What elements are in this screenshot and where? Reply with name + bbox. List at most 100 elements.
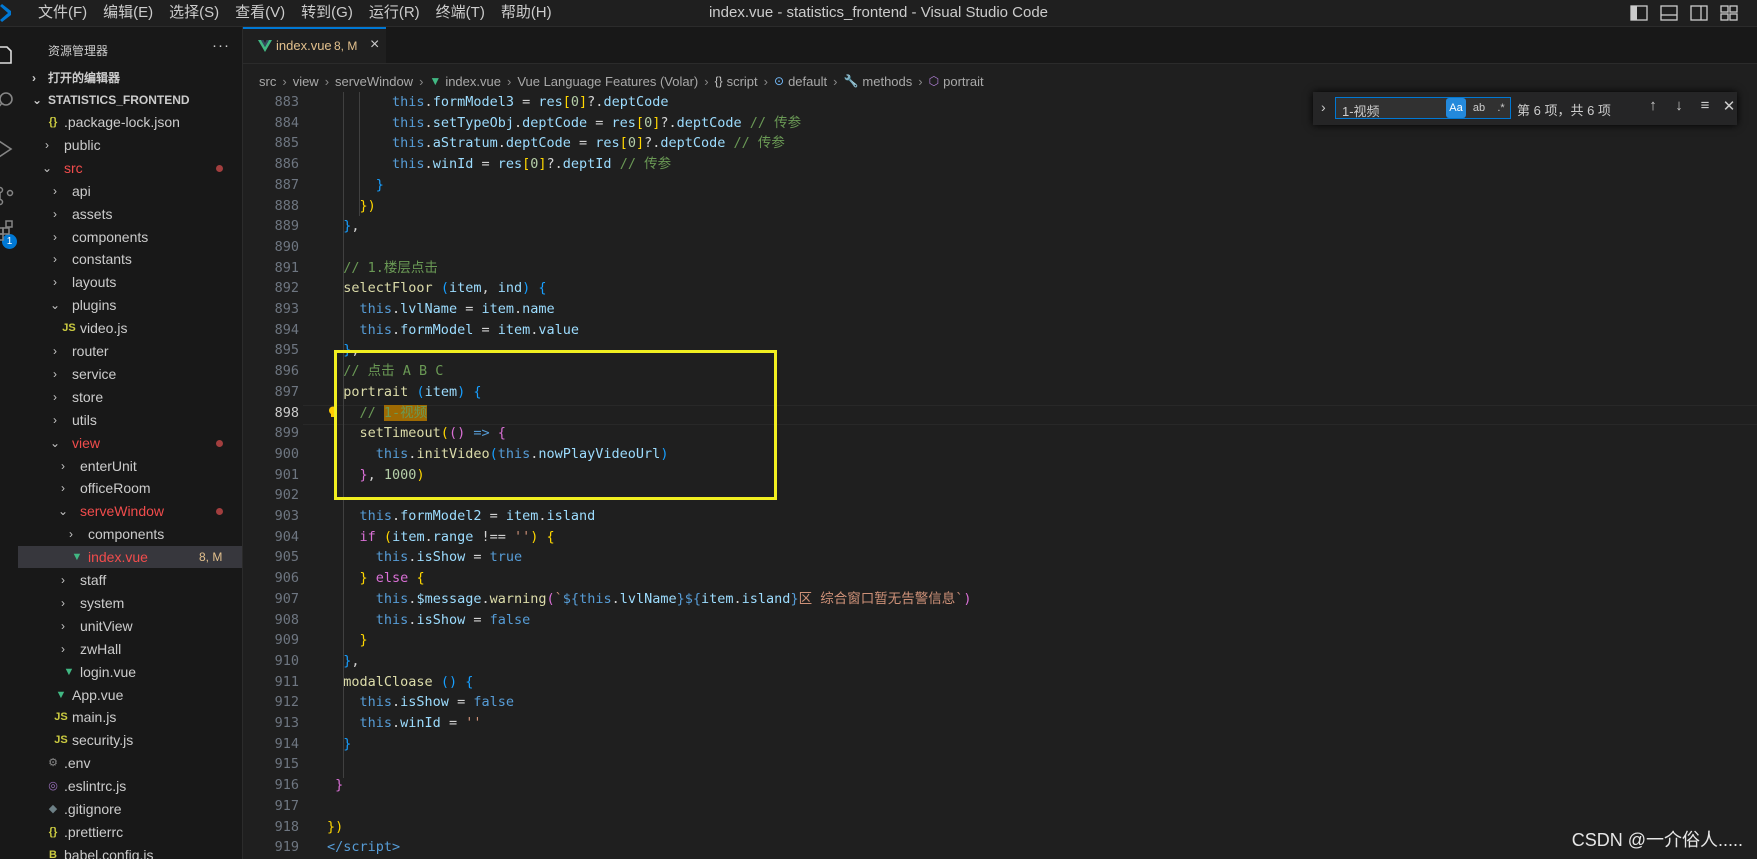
file-item[interactable]: ◆ .gitignore: [18, 798, 242, 820]
toggle-secondary-sidebar-icon[interactable]: [1689, 3, 1709, 23]
folder-item[interactable]: › enterUnit: [18, 455, 242, 477]
code-line[interactable]: selectFloor (item, ind) {: [327, 278, 546, 299]
file-item[interactable]: JS video.js: [18, 317, 242, 339]
code-line[interactable]: this.isShow = true: [327, 547, 522, 568]
explorer-icon[interactable]: [0, 45, 16, 67]
breadcrumb-item[interactable]: Vue Language Features (Volar): [517, 74, 698, 89]
toggle-replace-chevron-icon[interactable]: ›: [1321, 99, 1326, 115]
breadcrumb-item[interactable]: index.vue: [445, 74, 501, 89]
code-line[interactable]: this.setTypeObj.deptCode = res[0]?.deptC…: [327, 113, 801, 134]
find-input[interactable]: 1-视频 Aa ab .*: [1335, 97, 1511, 119]
file-item[interactable]: JS main.js: [18, 706, 242, 728]
file-item[interactable]: ◎ .eslintrc.js: [18, 775, 242, 797]
folder-item[interactable]: ⌄ serveWindow: [18, 500, 242, 522]
toggle-panel-icon[interactable]: [1659, 3, 1679, 23]
code-line[interactable]: this.formModel3 = res[0]?.deptCode: [327, 92, 668, 113]
folder-item[interactable]: › components: [18, 226, 242, 248]
folder-item[interactable]: ⌄ plugins: [18, 294, 242, 316]
code-line[interactable]: this.winId = res[0]?.deptId // 传参: [327, 154, 671, 175]
source-control-icon[interactable]: [0, 185, 16, 207]
menu-item[interactable]: 终端(T): [428, 0, 493, 26]
breadcrumb-item[interactable]: view: [293, 74, 319, 89]
match-case-toggle[interactable]: Aa: [1446, 98, 1466, 118]
run-debug-icon[interactable]: [0, 138, 16, 160]
code-line[interactable]: this.isShow = false: [327, 692, 514, 713]
folder-item[interactable]: › assets: [18, 203, 242, 225]
breadcrumb-item[interactable]: serveWindow: [335, 74, 413, 89]
tab-index-vue[interactable]: index.vue 8, M ×: [243, 27, 386, 63]
code-line[interactable]: }: [327, 175, 384, 196]
folder-item[interactable]: › staff: [18, 569, 242, 591]
previous-match-arrow-up-icon[interactable]: ↑: [1643, 97, 1663, 119]
open-editors-section[interactable]: › 打开的编辑器: [18, 67, 242, 89]
folder-item[interactable]: › unitView: [18, 615, 242, 637]
code-line[interactable]: if (item.range !== '') {: [327, 527, 555, 548]
code-line[interactable]: },: [327, 216, 359, 237]
next-match-arrow-down-icon[interactable]: ↓: [1669, 97, 1689, 119]
breadcrumb-item[interactable]: portrait: [943, 74, 983, 89]
folder-item[interactable]: › zwHall: [18, 638, 242, 660]
folder-item[interactable]: › router: [18, 340, 242, 362]
breadcrumb-item[interactable]: default: [788, 74, 827, 89]
file-item[interactable]: ▼ login.vue: [18, 661, 242, 683]
folder-item[interactable]: › components: [18, 523, 242, 545]
code-line[interactable]: this.aStratum.deptCode = res[0]?.deptCod…: [327, 133, 785, 154]
code-line[interactable]: }): [327, 196, 376, 217]
folder-item[interactable]: › service: [18, 363, 242, 385]
close-find-icon[interactable]: ✕: [1719, 97, 1739, 119]
folder-item[interactable]: › store: [18, 386, 242, 408]
close-icon[interactable]: ×: [370, 36, 379, 54]
breadcrumb-item[interactable]: src: [259, 74, 276, 89]
code-line[interactable]: this.isShow = false: [327, 610, 530, 631]
project-section[interactable]: ⌄ STATISTICS_FRONTEND: [18, 89, 242, 111]
folder-item[interactable]: ⌄ view: [18, 432, 242, 454]
code-line[interactable]: this.formModel = item.value: [327, 320, 580, 341]
folder-item[interactable]: › api: [18, 180, 242, 202]
file-item[interactable]: ▼ App.vue: [18, 684, 242, 706]
menu-item[interactable]: 运行(R): [361, 0, 428, 26]
file-item[interactable]: JS security.js: [18, 729, 242, 751]
code-line[interactable]: this.winId = '': [327, 713, 482, 734]
folder-item[interactable]: › officeRoom: [18, 477, 242, 499]
file-item[interactable]: Bbabel.config.js: [18, 844, 242, 859]
match-whole-word-toggle[interactable]: ab: [1469, 98, 1489, 118]
file-item[interactable]: {} .package-lock.json: [18, 111, 242, 133]
folder-item[interactable]: ⌄ src: [18, 157, 242, 179]
menu-item[interactable]: 文件(F): [30, 0, 95, 26]
folder-item[interactable]: › public: [18, 134, 242, 156]
menu-item[interactable]: 转到(G): [293, 0, 361, 26]
search-icon[interactable]: [0, 90, 16, 112]
code-line[interactable]: }: [327, 734, 351, 755]
code-line[interactable]: modalCloase () {: [327, 672, 473, 693]
folder-item[interactable]: › system: [18, 592, 242, 614]
use-regex-toggle[interactable]: .*: [1491, 98, 1511, 118]
menu-item[interactable]: 编辑(E): [95, 0, 161, 26]
line-number: 896: [274, 363, 299, 380]
code-line[interactable]: this.$message.warning(`${this.lvlName}${…: [327, 589, 972, 610]
code-line[interactable]: this.formModel2 = item.island: [327, 506, 596, 527]
code-line[interactable]: } else {: [327, 568, 425, 589]
menu-item[interactable]: 帮助(H): [493, 0, 560, 26]
toggle-primary-sidebar-icon[interactable]: [1629, 3, 1649, 23]
menu-item[interactable]: 查看(V): [227, 0, 293, 26]
breadcrumb-item[interactable]: methods: [862, 74, 912, 89]
code-line[interactable]: }: [327, 630, 368, 651]
menu-item[interactable]: 选择(S): [161, 0, 227, 26]
code-line[interactable]: }: [327, 775, 343, 796]
customize-layout-icon[interactable]: [1719, 3, 1739, 23]
folder-item[interactable]: › layouts: [18, 271, 242, 293]
code-line[interactable]: // 1.楼层点击: [327, 258, 438, 279]
file-item[interactable]: ▼ index.vue 8, M: [18, 546, 242, 569]
code-line[interactable]: this.lvlName = item.name: [327, 299, 555, 320]
breadcrumb-item[interactable]: script: [727, 74, 758, 89]
code-line[interactable]: },: [327, 651, 359, 672]
code-line[interactable]: </script>: [327, 837, 400, 858]
file-item[interactable]: ⚙ .env: [18, 752, 242, 774]
folder-item[interactable]: › constants: [18, 248, 242, 270]
code-line[interactable]: }): [327, 817, 343, 838]
folder-item[interactable]: › utils: [18, 409, 242, 431]
file-item[interactable]: {} .prettierrc: [18, 821, 242, 843]
explorer-more-actions-icon[interactable]: ···: [212, 37, 230, 54]
find-in-selection-icon[interactable]: ≡: [1695, 97, 1715, 119]
extensions-icon[interactable]: [0, 219, 16, 241]
